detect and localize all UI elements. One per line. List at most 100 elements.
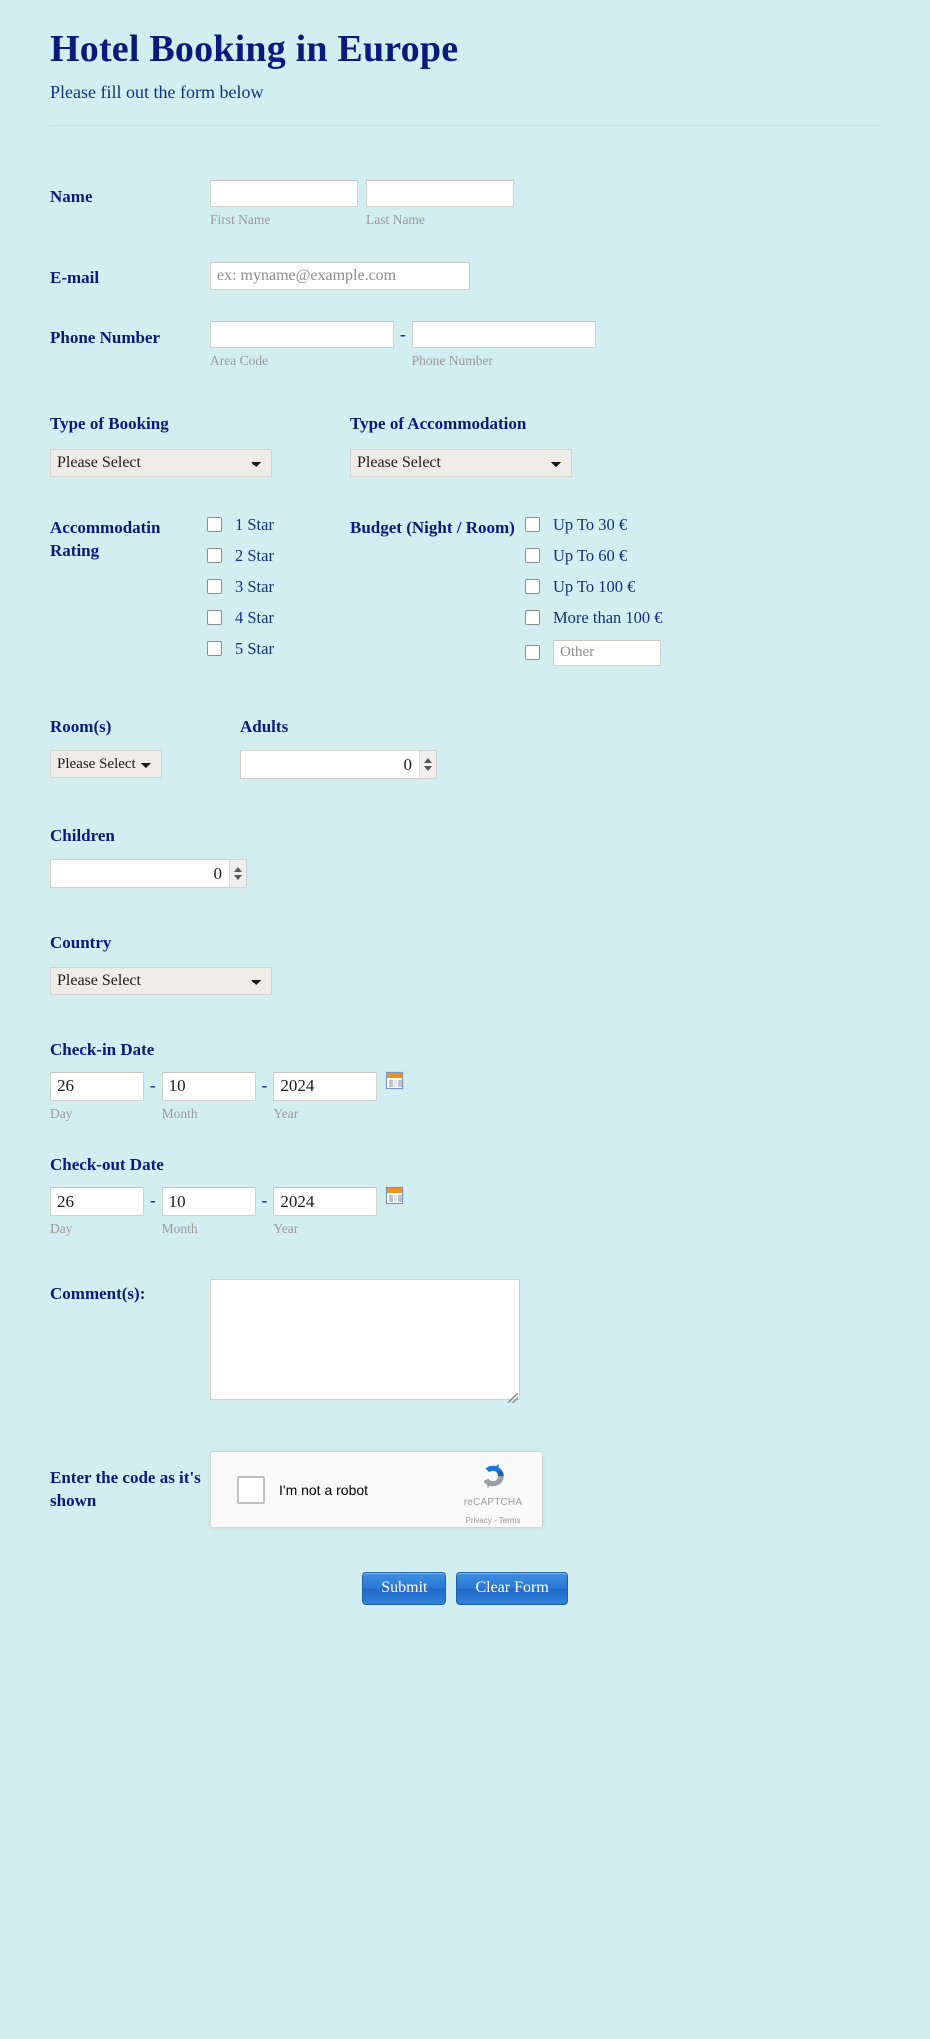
checkin-month-input[interactable]	[161, 1071, 256, 1101]
adults-stepper[interactable]	[240, 750, 437, 780]
type-of-booking-label: Type of Booking	[50, 413, 169, 433]
type-of-accommodation-group: Type of Accommodation Please Select	[350, 413, 650, 477]
page-title: Hotel Booking in Europe	[50, 28, 459, 70]
adults-input[interactable]	[240, 750, 437, 780]
rooms-label: Room(s)	[50, 716, 112, 736]
last-name-input[interactable]	[366, 179, 514, 207]
rating-label-1-star: 1 Star	[235, 514, 274, 534]
checkout-month-sublabel: Month	[161, 1221, 198, 1237]
budget-option-other[interactable]	[525, 639, 663, 666]
calendar-icon[interactable]	[386, 1071, 404, 1089]
children-decrement-icon[interactable]	[234, 875, 242, 881]
checkbox-up-to-100[interactable]	[525, 579, 540, 595]
country-label: Country	[50, 933, 112, 953]
submit-button[interactable]: Submit	[362, 1572, 447, 1606]
field-row-phone: Phone Number Area Code - Phone Number	[0, 320, 930, 369]
recaptcha-checkbox[interactable]	[237, 1475, 265, 1504]
type-of-accommodation-label: Type of Accommodation	[350, 413, 527, 433]
checkin-label: Check-in Date	[50, 1039, 155, 1059]
email-input[interactable]	[210, 261, 470, 290]
checkbox-3-star[interactable]	[207, 579, 222, 595]
first-name-input[interactable]	[210, 179, 358, 207]
recaptcha-branding: reCAPTCHA Privacy - Terms	[455, 1460, 531, 1528]
rooms-select[interactable]: Please Select	[50, 750, 162, 779]
checkout-year-input[interactable]	[273, 1187, 378, 1217]
country-select[interactable]: Please Select	[50, 966, 272, 995]
area-code-sublabel: Area Code	[210, 352, 269, 368]
budget-label-more-than-100: More than 100 €	[553, 607, 663, 627]
country-group: Country Please Select	[50, 932, 272, 995]
checkbox-4-star[interactable]	[207, 610, 222, 626]
accommodation-rating-options: 1 Star 2 Star 3 Star 4 Star 5 Star	[207, 515, 350, 659]
adults-spinner[interactable]	[419, 751, 436, 779]
checkin-day-input[interactable]	[50, 1071, 144, 1101]
adults-increment-icon[interactable]	[424, 758, 432, 764]
recaptcha-legal-links[interactable]: Privacy - Terms	[466, 1516, 521, 1525]
calendar-icon[interactable]	[386, 1187, 404, 1205]
rating-label-3-star: 3 Star	[235, 576, 274, 596]
form-actions: Submit Clear Form	[0, 1572, 930, 1606]
budget-option-100[interactable]: Up To 100 €	[525, 577, 663, 597]
budget-options: Up To 30 € Up To 60 € Up To 100 € More t…	[525, 515, 663, 666]
comments-label: Comment(s):	[50, 1284, 146, 1304]
budget-other-input[interactable]	[553, 639, 661, 666]
comments-textarea-wrap	[210, 1279, 520, 1405]
last-name-sublabel: Last Name	[366, 211, 425, 227]
field-row-name: Name First Name Last Name	[0, 179, 930, 228]
children-group: Children	[50, 825, 247, 889]
checkin-day-sublabel: Day	[50, 1105, 73, 1121]
header-divider	[50, 124, 882, 126]
checkbox-more-than-100[interactable]	[525, 610, 540, 626]
checkbox-up-to-30[interactable]	[525, 517, 540, 533]
accommodation-rating-label: Accommodatin Rating	[50, 517, 161, 560]
recaptcha-widget[interactable]: I'm not a robot reCAPTCHA Privacy - Term…	[210, 1451, 543, 1529]
clear-form-button[interactable]: Clear Form	[456, 1572, 568, 1606]
rating-label-4-star: 4 Star	[235, 607, 274, 627]
rooms-group: Room(s) Please Select	[50, 716, 240, 779]
children-stepper[interactable]	[50, 859, 247, 889]
checkbox-up-to-60[interactable]	[525, 548, 540, 564]
children-input[interactable]	[50, 859, 247, 889]
phone-number-input[interactable]	[411, 320, 596, 348]
rating-option-4-star[interactable]: 4 Star	[207, 608, 350, 628]
field-row-rooms-adults: Room(s) Please Select Adults	[0, 716, 930, 780]
rating-option-2-star[interactable]: 2 Star	[207, 546, 350, 566]
budget-option-60[interactable]: Up To 60 €	[525, 546, 663, 566]
field-row-booking-types: Type of Booking Please Select Type of Ac…	[0, 413, 930, 477]
rating-option-5-star[interactable]: 5 Star	[207, 639, 350, 659]
type-of-accommodation-select[interactable]: Please Select	[350, 448, 572, 477]
rating-option-3-star[interactable]: 3 Star	[207, 577, 350, 597]
budget-label-up-to-30: Up To 30 €	[553, 514, 628, 534]
checkin-year-sublabel: Year	[273, 1105, 299, 1121]
checkbox-5-star[interactable]	[207, 641, 222, 657]
budget-label-up-to-100: Up To 100 €	[553, 576, 636, 596]
budget-option-30[interactable]: Up To 30 €	[525, 515, 663, 535]
type-of-booking-select[interactable]: Please Select	[50, 448, 272, 477]
checkbox-2-star[interactable]	[207, 548, 222, 564]
checkbox-other[interactable]	[525, 645, 540, 661]
field-row-comments: Comment(s):	[0, 1279, 930, 1405]
type-of-booking-group: Type of Booking Please Select	[50, 413, 350, 477]
rating-label-2-star: 2 Star	[235, 545, 274, 565]
checkin-group: Check-in Date Day - Month - Year	[50, 1039, 404, 1122]
field-row-country: Country Please Select	[0, 932, 930, 995]
checkout-day-sublabel: Day	[50, 1221, 73, 1237]
field-row-captcha: Enter the code as it's shown I'm not a r…	[0, 1451, 930, 1529]
children-spinner[interactable]	[229, 860, 246, 888]
checkout-day-input[interactable]	[50, 1187, 144, 1217]
field-row-checkin: Check-in Date Day - Month - Year	[0, 1039, 930, 1122]
checkin-year-input[interactable]	[273, 1071, 378, 1101]
budget-option-more-than-100[interactable]: More than 100 €	[525, 608, 663, 628]
checkout-month-input[interactable]	[161, 1187, 256, 1217]
budget-label: Budget (Night / Room)	[350, 517, 515, 537]
checkbox-1-star[interactable]	[207, 517, 222, 533]
checkin-month-sublabel: Month	[161, 1105, 198, 1121]
area-code-input[interactable]	[210, 320, 394, 348]
rating-option-1-star[interactable]: 1 Star	[207, 515, 350, 535]
comments-textarea[interactable]	[210, 1279, 520, 1401]
phone-label: Phone Number	[50, 327, 161, 347]
recaptcha-brand-name: reCAPTCHA	[463, 1497, 523, 1509]
recaptcha-text: I'm not a robot	[279, 1481, 369, 1498]
children-increment-icon[interactable]	[234, 867, 242, 873]
adults-decrement-icon[interactable]	[424, 766, 432, 772]
